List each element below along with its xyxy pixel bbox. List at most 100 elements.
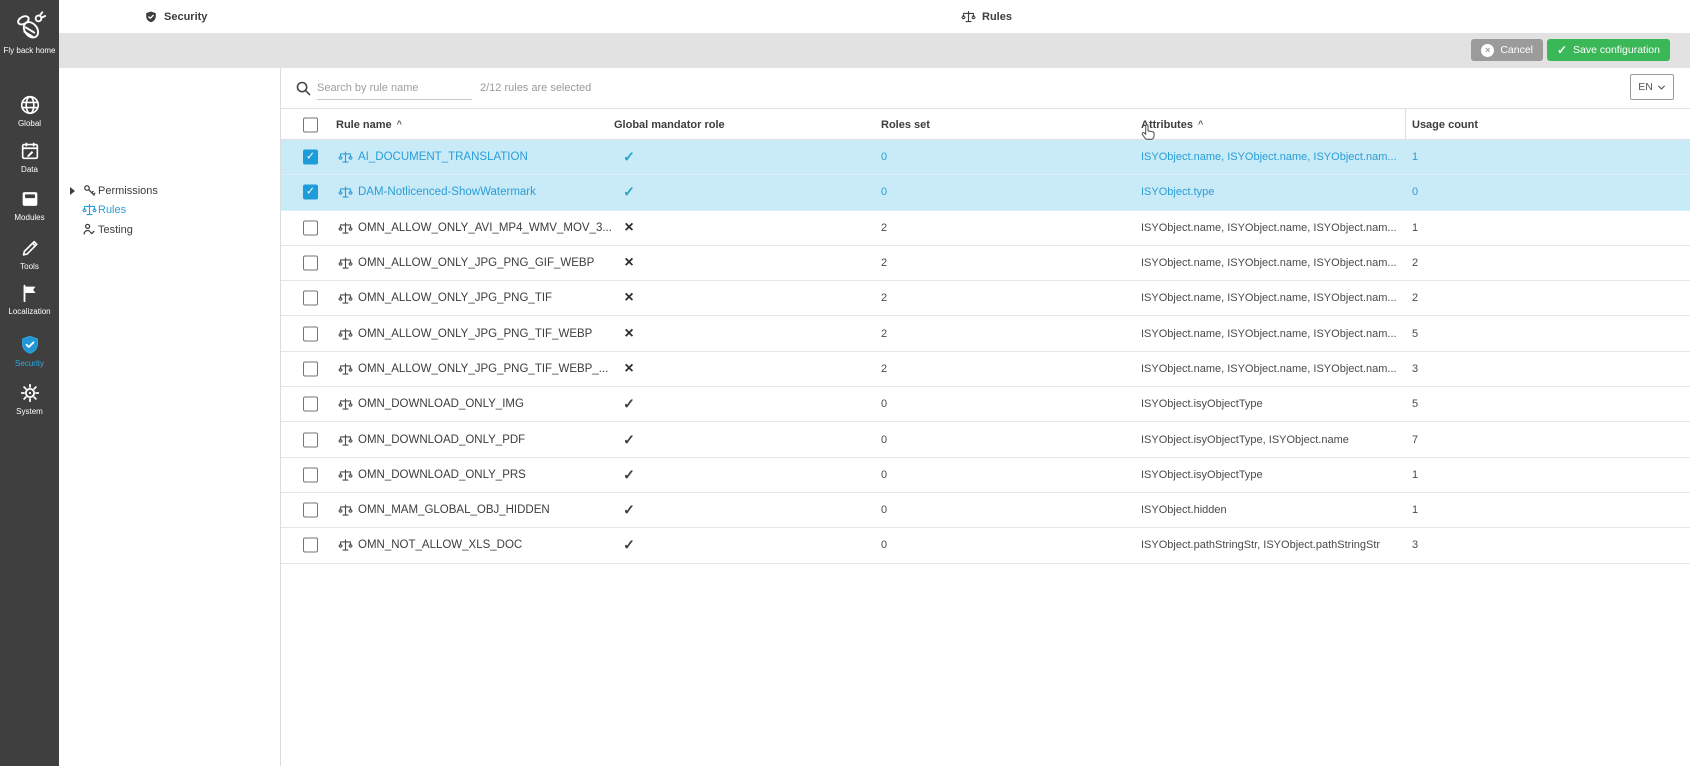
security-tree-panel: Permissions Rules Testing [59, 68, 281, 766]
tree-item-permissions[interactable]: Permissions [59, 181, 280, 200]
table-row[interactable]: OMN_DOWNLOAD_ONLY_PDF ✓ 0 ISYObject.isyO… [281, 422, 1690, 457]
sort-asc-icon: ^ [1198, 119, 1203, 129]
table-row[interactable]: OMN_ALLOW_ONLY_JPG_PNG_TIF_WEBP_... × 2 … [281, 352, 1690, 387]
attributes-value: ISYObject.name, ISYObject.name, ISYObjec… [1141, 151, 1401, 163]
rule-name-link[interactable]: OMN_NOT_ALLOW_XLS_DOC [358, 539, 522, 551]
column-header-global-mandator-role[interactable]: Global mandator role [614, 109, 725, 141]
usage-count-value: 1 [1412, 469, 1418, 481]
table-row[interactable]: OMN_ALLOW_ONLY_JPG_PNG_TIF_WEBP × 2 ISYO… [281, 316, 1690, 351]
rule-name-link[interactable]: OMN_ALLOW_ONLY_JPG_PNG_TIF_WEBP_... [358, 363, 608, 375]
nav-item-data[interactable]: Data [0, 140, 59, 175]
flag-icon [19, 282, 41, 304]
table-row[interactable]: OMN_ALLOW_ONLY_AVI_MP4_WMV_MOV_3... × 2 … [281, 211, 1690, 246]
attributes-value: ISYObject.name, ISYObject.name, ISYObjec… [1141, 363, 1401, 375]
rule-name-link[interactable]: DAM-Notlicenced-ShowWatermark [358, 186, 536, 198]
rule-name-link[interactable]: OMN_DOWNLOAD_ONLY_PRS [358, 469, 526, 481]
table-row[interactable]: ✓ DAM-Notlicenced-ShowWatermark ✓ 0 ISYO… [281, 175, 1690, 210]
tree-item-rules[interactable]: Rules [59, 200, 280, 219]
table-row[interactable]: OMN_DOWNLOAD_ONLY_PRS ✓ 0 ISYObject.isyO… [281, 458, 1690, 493]
row-checkbox[interactable] [303, 220, 318, 235]
table-row[interactable]: OMN_ALLOW_ONLY_JPG_PNG_TIF × 2 ISYObject… [281, 281, 1690, 316]
column-label: Roles set [881, 119, 930, 131]
scale-icon [961, 9, 976, 24]
nav-item-fly-back-home[interactable]: Fly back home [0, 9, 59, 56]
rule-name-link[interactable]: OMN_DOWNLOAD_ONLY_IMG [358, 398, 524, 410]
column-header-rule-name[interactable]: Rule name ^ [336, 109, 402, 141]
nav-item-modules[interactable]: Modules [0, 188, 59, 223]
table-row[interactable]: OMN_DOWNLOAD_ONLY_IMG ✓ 0 ISYObject.isyO… [281, 387, 1690, 422]
table-row[interactable]: OMN_MAM_GLOBAL_OBJ_HIDDEN ✓ 0 ISYObject.… [281, 493, 1690, 528]
search-input[interactable] [317, 76, 472, 100]
rule-scale-icon [338, 326, 353, 341]
tree-label-testing: Testing [98, 224, 133, 236]
cancel-label: Cancel [1500, 44, 1533, 56]
rule-name-link[interactable]: OMN_ALLOW_ONLY_JPG_PNG_GIF_WEBP [358, 257, 594, 269]
row-checkbox[interactable]: ✓ [303, 185, 318, 200]
shield-icon [144, 10, 158, 24]
column-label: Rule name [336, 119, 392, 131]
rule-scale-icon [338, 467, 353, 482]
rule-name-link[interactable]: OMN_DOWNLOAD_ONLY_PDF [358, 434, 525, 446]
attributes-value: ISYObject.isyObjectType, ISYObject.name [1141, 434, 1401, 446]
rule-name-link[interactable]: OMN_ALLOW_ONLY_JPG_PNG_TIF [358, 292, 552, 304]
language-dropdown[interactable]: EN [1630, 74, 1674, 100]
mandator-status-icon: × [618, 325, 640, 343]
calendar-edit-icon [19, 140, 41, 162]
usage-count-value: 1 [1412, 504, 1418, 516]
attributes-value: ISYObject.isyObjectType [1141, 398, 1401, 410]
rule-scale-icon [338, 150, 353, 165]
nav-item-global[interactable]: Global [0, 94, 59, 129]
row-checkbox[interactable] [303, 361, 318, 376]
mandator-status-icon: ✓ [618, 537, 640, 554]
table-body: ✓ AI_DOCUMENT_TRANSLATION ✓ 0 ISYObject.… [281, 140, 1690, 564]
row-checkbox[interactable] [303, 326, 318, 341]
usage-count-value: 5 [1412, 398, 1418, 410]
nav-item-tools[interactable]: Tools [0, 237, 59, 272]
tree-item-testing[interactable]: Testing [59, 220, 280, 239]
roles-set-value: 0 [881, 186, 887, 198]
nav-item-security[interactable]: Security [0, 334, 59, 369]
roles-set-value: 0 [881, 469, 887, 481]
rule-name-link[interactable]: OMN_ALLOW_ONLY_JPG_PNG_TIF_WEBP [358, 328, 592, 340]
rule-name-link[interactable]: OMN_ALLOW_ONLY_AVI_MP4_WMV_MOV_3... [358, 222, 612, 234]
table-row[interactable]: ✓ AI_DOCUMENT_TRANSLATION ✓ 0 ISYObject.… [281, 140, 1690, 175]
usage-count-value: 3 [1412, 539, 1418, 551]
roles-set-value: 2 [881, 257, 887, 269]
select-all-checkbox[interactable] [303, 118, 318, 133]
row-checkbox[interactable] [303, 256, 318, 271]
column-header-usage-count[interactable]: Usage count [1412, 109, 1478, 141]
cancel-button[interactable]: × Cancel [1471, 39, 1543, 61]
row-checkbox[interactable] [303, 291, 318, 306]
nav-label: System [0, 407, 59, 417]
row-checkbox[interactable] [303, 397, 318, 412]
rule-name-link[interactable]: AI_DOCUMENT_TRANSLATION [358, 151, 528, 163]
attributes-value: ISYObject.isyObjectType [1141, 469, 1401, 481]
mandator-status-icon: ✓ [618, 431, 640, 448]
table-row[interactable]: OMN_ALLOW_ONLY_JPG_PNG_GIF_WEBP × 2 ISYO… [281, 246, 1690, 281]
attributes-value: ISYObject.name, ISYObject.name, ISYObjec… [1141, 292, 1401, 304]
save-configuration-button[interactable]: ✓ Save configuration [1547, 39, 1670, 61]
nav-label: Global [0, 119, 59, 129]
row-checkbox[interactable]: ✓ [303, 150, 318, 165]
usage-count-value: 7 [1412, 434, 1418, 446]
row-checkbox[interactable] [303, 467, 318, 482]
row-checkbox[interactable] [303, 538, 318, 553]
column-header-roles-set[interactable]: Roles set [881, 109, 930, 141]
top-header: Security Rules [59, 0, 1690, 33]
nav-item-localization[interactable]: Localization [0, 282, 59, 317]
nav-item-system[interactable]: System [0, 382, 59, 417]
usage-count-value: 3 [1412, 363, 1418, 375]
row-checkbox[interactable] [303, 432, 318, 447]
archive-box-icon [19, 188, 41, 210]
globe-icon [19, 94, 41, 116]
selection-status: 2/12 rules are selected [480, 82, 591, 94]
nav-label: Localization [0, 307, 59, 317]
action-toolbar: × Cancel ✓ Save configuration [59, 33, 1690, 68]
expand-caret-icon[interactable] [70, 187, 75, 195]
table-row[interactable]: OMN_NOT_ALLOW_XLS_DOC ✓ 0 ISYObject.path… [281, 528, 1690, 563]
mandator-status-icon: × [618, 289, 640, 307]
rule-name-link[interactable]: OMN_MAM_GLOBAL_OBJ_HIDDEN [358, 504, 550, 516]
roles-set-value: 2 [881, 363, 887, 375]
mandator-status-icon: ✓ [618, 466, 640, 483]
row-checkbox[interactable] [303, 503, 318, 518]
